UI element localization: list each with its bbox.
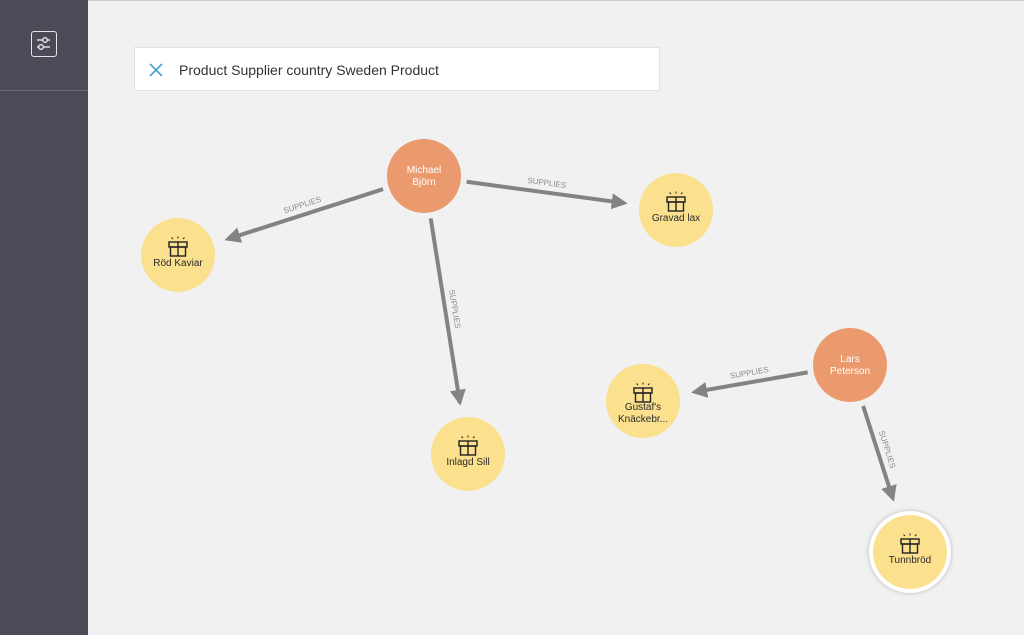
- product-node-rod_kaviar[interactable]: Röd Kaviar: [141, 218, 215, 292]
- node-label: Michael: [407, 165, 441, 176]
- graph-canvas[interactable]: SUPPLIES SUPPLIES SUPPLIES SUPPLIES SUPPLIES…: [0, 0, 1024, 635]
- product-node-tunnbrod[interactable]: Tunnbröd: [869, 511, 951, 593]
- edge-label: SUPPLIES: [527, 176, 567, 190]
- node-circle[interactable]: [387, 139, 461, 213]
- node-label: Peterson: [830, 366, 870, 377]
- supplier-node-michael[interactable]: MichaelBjörn: [387, 139, 461, 213]
- edge-label: SUPPLIES: [447, 289, 462, 329]
- product-node-inlagd_sill[interactable]: Inlagd Sill: [431, 417, 505, 491]
- edge-michael-rod_kaviar[interactable]: SUPPLIES: [224, 187, 384, 243]
- node-label: Knäckebr...: [618, 414, 668, 425]
- node-label: Inlagd Sill: [446, 457, 489, 468]
- edge-michael-inlagd_sill[interactable]: SUPPLIES: [428, 218, 466, 406]
- edge-lars-tunnbrod[interactable]: SUPPLIES: [861, 405, 897, 502]
- node-label: Röd Kaviar: [153, 258, 203, 269]
- edge-lars-gustafs[interactable]: SUPPLIES: [691, 365, 808, 398]
- node-label: Gravad lax: [652, 213, 700, 224]
- node-label: Gustaf's: [625, 402, 661, 413]
- node-label: Lars: [840, 354, 859, 365]
- node-label: Tunnbröd: [889, 555, 931, 566]
- edge-line[interactable]: [224, 187, 384, 243]
- node-label: Björn: [412, 177, 435, 188]
- product-node-gravad_lax[interactable]: Gravad lax: [639, 173, 713, 247]
- edge-michael-gravad_lax[interactable]: SUPPLIES: [466, 176, 628, 210]
- product-node-gustafs[interactable]: Gustaf'sKnäckebr...: [606, 364, 680, 438]
- supplier-node-lars[interactable]: LarsPeterson: [813, 328, 887, 402]
- node-circle[interactable]: [813, 328, 887, 402]
